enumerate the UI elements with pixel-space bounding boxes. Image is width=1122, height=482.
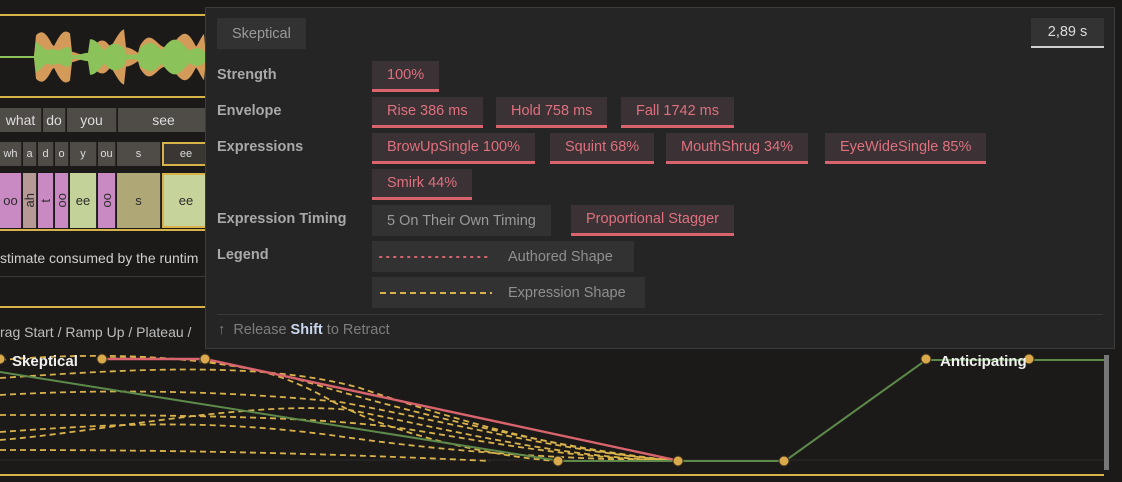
expression-line-icon bbox=[380, 291, 492, 294]
curve-top-border bbox=[0, 306, 210, 308]
strength-value[interactable]: 100% bbox=[372, 61, 440, 92]
keyframe-handle[interactable] bbox=[0, 353, 6, 365]
timing-proportional-stagger[interactable]: Proportional Stagger bbox=[571, 205, 734, 236]
keyframe-handle[interactable] bbox=[778, 455, 790, 467]
authored-line-icon bbox=[379, 255, 493, 258]
word-what[interactable]: what bbox=[0, 108, 42, 132]
envelope-label: Envelope bbox=[217, 103, 282, 119]
word-see[interactable]: see bbox=[118, 108, 210, 132]
viseme-label: s bbox=[135, 193, 142, 208]
audio-waveform[interactable] bbox=[0, 16, 210, 98]
viseme-oo[interactable]: oo bbox=[98, 173, 116, 228]
phoneme-ee[interactable]: ee bbox=[162, 142, 210, 166]
keyframe-handle[interactable] bbox=[552, 455, 564, 467]
word-do[interactable]: do bbox=[43, 108, 66, 132]
release-shift-hint: ↑ Release Shift to Retract bbox=[218, 322, 390, 338]
expression-browupsingle[interactable]: BrowUpSingle 100% bbox=[372, 133, 535, 164]
phoneme-o[interactable]: o bbox=[55, 142, 69, 166]
popup-title: Skeptical bbox=[217, 18, 306, 49]
phoneme-ou[interactable]: ou bbox=[98, 142, 116, 166]
curve-label-anticipating[interactable]: Anticipating bbox=[940, 353, 1027, 370]
popup-divider bbox=[217, 314, 1103, 315]
word-you[interactable]: you bbox=[67, 108, 117, 132]
drag-hint: rag Start / Ramp Up / Plateau / bbox=[0, 324, 192, 340]
envelope-hold[interactable]: Hold 758 ms bbox=[496, 97, 608, 128]
viseme-label: ee bbox=[178, 193, 194, 208]
viseme-s[interactable]: s bbox=[117, 173, 161, 228]
legend-expression: Expression Shape bbox=[372, 277, 645, 308]
expression-eyewidesingle[interactable]: EyeWideSingle 85% bbox=[825, 133, 987, 164]
hint-key: Shift bbox=[290, 322, 323, 338]
legend-label: Legend bbox=[217, 247, 269, 263]
timing-label: Expression Timing bbox=[217, 211, 347, 227]
phoneme-d[interactable]: d bbox=[38, 142, 54, 166]
keyframe-handle[interactable] bbox=[96, 353, 108, 365]
viseme-label: ee bbox=[75, 193, 91, 208]
legend-authored-text: Authored Shape bbox=[508, 248, 613, 265]
envelope-line bbox=[0, 359, 1104, 462]
phoneme-a[interactable]: a bbox=[23, 142, 37, 166]
viseme-ee[interactable]: ee bbox=[70, 173, 97, 228]
viseme-t[interactable]: t bbox=[38, 173, 54, 228]
hint-pre: Release bbox=[233, 322, 287, 338]
hint-post: to Retract bbox=[326, 322, 390, 338]
duration-field[interactable]: 2,89 s bbox=[1031, 18, 1104, 48]
arrow-up-icon: ↑ bbox=[218, 322, 226, 338]
expression-shape-curve bbox=[99, 357, 561, 462]
visemes-bottom-border bbox=[0, 229, 210, 231]
envelope-curve-canvas[interactable] bbox=[0, 340, 1104, 480]
authored-shape-line bbox=[100, 357, 681, 463]
viseme-oo[interactable]: oo bbox=[0, 173, 22, 228]
phoneme-wh[interactable]: wh bbox=[0, 142, 22, 166]
phoneme-s[interactable]: s bbox=[117, 142, 161, 166]
expression-smirk[interactable]: Smirk 44% bbox=[372, 169, 473, 200]
expression-popup: Skeptical 2,89 s Strength 100% Envelope … bbox=[205, 7, 1115, 349]
curve-label-skeptical[interactable]: Skeptical bbox=[12, 353, 78, 370]
viseme-oo[interactable]: oo bbox=[54, 173, 69, 228]
phoneme-y[interactable]: y bbox=[70, 142, 97, 166]
expression-shape-curve bbox=[0, 449, 491, 462]
legend-authored: Authored Shape bbox=[372, 241, 634, 272]
waveform-bottom-border bbox=[0, 96, 210, 98]
viseme-label: t bbox=[38, 198, 53, 203]
curve-bottom-border bbox=[0, 474, 1104, 476]
viseme-ee[interactable]: ee bbox=[162, 173, 210, 228]
envelope-fall[interactable]: Fall 1742 ms bbox=[621, 97, 735, 128]
legend-expression-text: Expression Shape bbox=[508, 284, 626, 301]
viseme-ah[interactable]: ah bbox=[22, 173, 37, 228]
vertical-scrollbar[interactable] bbox=[1104, 355, 1109, 470]
strength-label: Strength bbox=[217, 67, 277, 83]
viseme-label: oo bbox=[54, 193, 69, 208]
expression-mouthshrug[interactable]: MouthShrug 34% bbox=[666, 133, 809, 164]
viseme-label: ah bbox=[22, 193, 37, 208]
timing-own[interactable]: 5 On Their Own Timing bbox=[372, 205, 551, 236]
separator bbox=[0, 276, 210, 277]
keyframe-handle[interactable] bbox=[672, 455, 684, 467]
expressions-label: Expressions bbox=[217, 139, 304, 155]
keyframe-handle[interactable] bbox=[199, 353, 211, 365]
viseme-label: oo bbox=[3, 193, 18, 208]
envelope-rise[interactable]: Rise 386 ms bbox=[372, 97, 483, 128]
estimate-caption: stimate consumed by the runtim bbox=[0, 250, 199, 266]
expression-squint[interactable]: Squint 68% bbox=[550, 133, 655, 164]
keyframe-handle[interactable] bbox=[920, 353, 932, 365]
viseme-label: oo bbox=[99, 193, 114, 208]
